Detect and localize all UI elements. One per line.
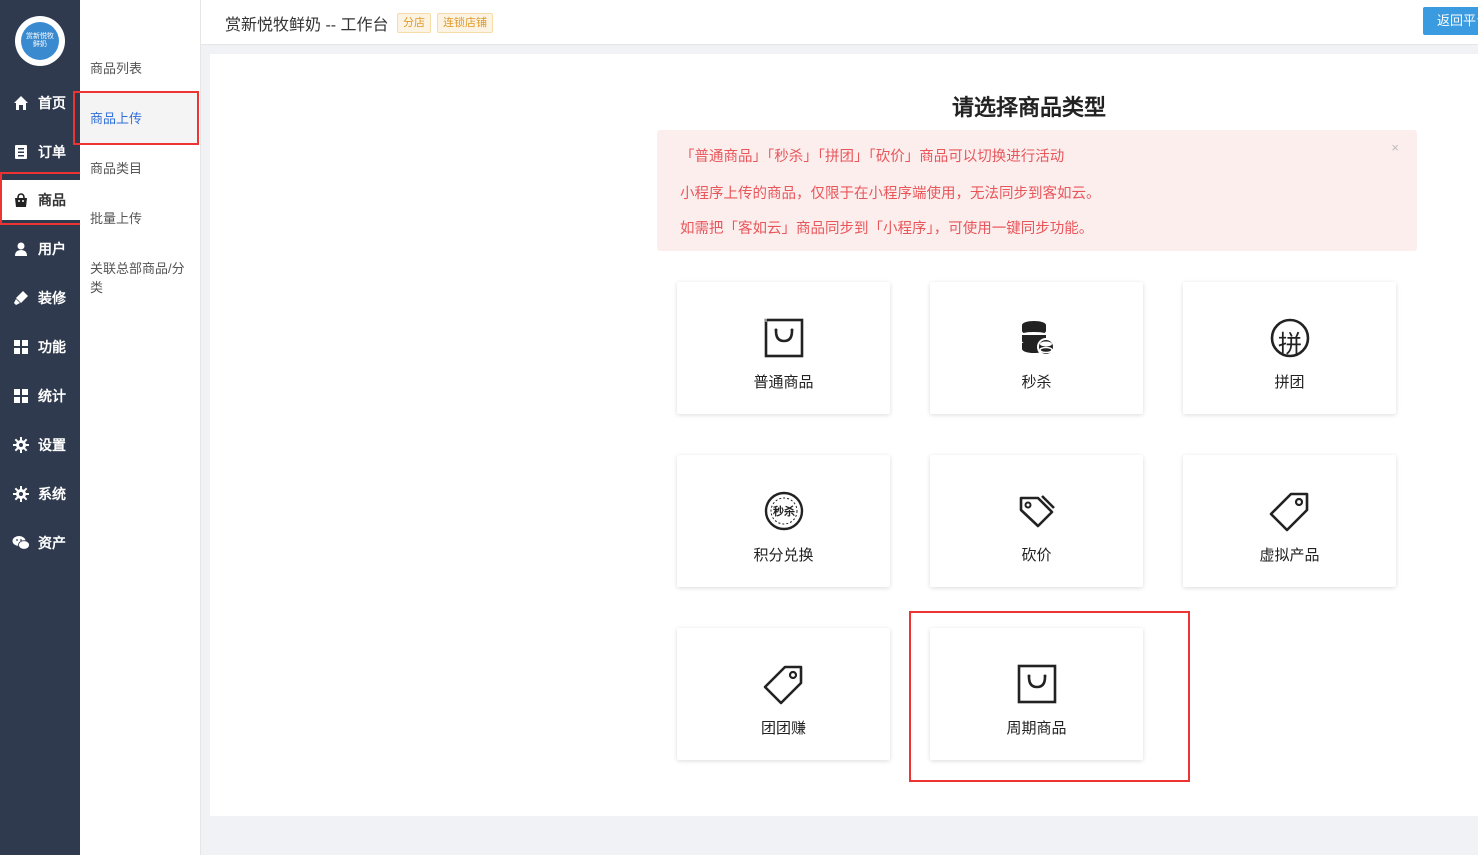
nav-label: 系统 (38, 486, 66, 502)
return-platform-button[interactable]: 返回平台 (1423, 7, 1478, 35)
card-virtual-product[interactable]: 虚拟产品 (1183, 455, 1396, 587)
card-label: 团团赚 (760, 720, 806, 737)
bargain-tag-icon (1016, 490, 1058, 532)
submenu-item-batch-upload[interactable]: 批量上传 (90, 209, 195, 228)
nav-label: 资产 (38, 535, 66, 551)
nav-item-orders[interactable]: 订单 (0, 132, 80, 172)
price-tag-icon (763, 663, 805, 705)
nav-item-statistics[interactable]: 统计 (0, 376, 80, 416)
card-label: 秒杀 (1021, 374, 1052, 391)
nav-item-features[interactable]: 功能 (0, 327, 80, 367)
nav-label: 用户 (38, 241, 66, 257)
card-points-exchange[interactable]: 秒杀 积分兑换 (677, 455, 890, 587)
submenu-item-goods-category[interactable]: 商品类目 (90, 159, 195, 178)
nav-item-users[interactable]: 用户 (0, 229, 80, 269)
main-nav: 赏新悦牧 鲜奶 首页 订单 商品 用户 装修 功能 统计 设置 系统 资产 (0, 0, 80, 855)
card-bargain[interactable]: 砍价 (930, 455, 1143, 587)
nav-label: 统计 (38, 388, 66, 404)
user-icon (12, 240, 30, 258)
top-header: 赏新悦牧鲜奶 -- 工作台 分店 连锁店铺 返回平台 (201, 0, 1478, 45)
nav-item-home[interactable]: 首页 (0, 83, 80, 123)
alert-line-1: 「普通商品」「秒杀」「拼团」「砍价」商品可以切换进行活动 (680, 149, 1065, 165)
grid-icon (12, 338, 30, 356)
card-label: 拼团 (1274, 374, 1305, 391)
alert-line-2: 小程序上传的商品，仅限于在小程序端使用，无法同步到客如云。 (680, 186, 1101, 202)
card-seckill[interactable]: 秒杀 (930, 282, 1143, 414)
logo-mark: 赏新悦牧 鲜奶 (21, 22, 59, 60)
nav-label: 设置 (38, 437, 66, 453)
store-logo[interactable]: 赏新悦牧 鲜奶 (15, 16, 65, 66)
bag-icon (12, 191, 30, 209)
wechat-icon (12, 534, 30, 552)
nav-item-settings[interactable]: 设置 (0, 425, 80, 465)
nav-item-decoration[interactable]: 装修 (0, 278, 80, 318)
submenu-item-link-hq-goods[interactable]: 关联总部商品/分类 (90, 259, 185, 297)
submenu-item-goods-list[interactable]: 商品列表 (90, 59, 195, 78)
notice-alert: 「普通商品」「秒杀」「拼团」「砍价」商品可以切换进行活动 小程序上传的商品，仅限… (657, 130, 1417, 251)
grid-icon (12, 387, 30, 405)
alert-line-3: 如需把「客如云」商品同步到「小程序」，可使用一键同步功能。 (680, 221, 1094, 237)
gear-icon (12, 485, 30, 503)
coin-stack-icon (1016, 317, 1058, 359)
brush-icon (12, 289, 30, 307)
nav-label: 首页 (38, 95, 66, 111)
workspace-title: 赏新悦牧鲜奶 -- 工作台 (225, 17, 389, 34)
nav-label: 商品 (38, 192, 66, 208)
card-label: 周期商品 (1006, 720, 1067, 737)
home-icon (12, 94, 30, 112)
logo-text: 赏新悦牧 鲜奶 (26, 33, 54, 48)
nav-item-assets[interactable]: 资产 (0, 523, 80, 563)
close-icon[interactable]: × (1391, 140, 1399, 155)
nav-label: 订单 (38, 144, 66, 160)
gear-icon (12, 436, 30, 454)
branch-tag: 分店 (397, 13, 431, 33)
card-label: 砍价 (1021, 547, 1052, 564)
nav-label: 装修 (38, 290, 66, 306)
order-icon (12, 143, 30, 161)
nav-item-goods[interactable]: 商品 (0, 180, 80, 220)
page-title: 请选择商品类型 (952, 95, 1107, 120)
card-tuan-tuan-zhuan[interactable]: 团团赚 (677, 628, 890, 760)
card-label: 普通商品 (753, 374, 814, 391)
card-normal-goods[interactable]: 普通商品 (677, 282, 890, 414)
chain-store-tag: 连锁店铺 (437, 13, 493, 33)
card-periodic-goods[interactable]: 周期商品 (930, 628, 1143, 760)
seckill-badge-icon: 秒杀 (763, 490, 805, 532)
shopping-bag-icon (1016, 663, 1058, 705)
pin-circle-icon: 拼 (1269, 317, 1311, 359)
nav-label: 功能 (38, 339, 66, 355)
price-tag-icon (1269, 490, 1311, 532)
submenu-item-goods-upload[interactable]: 商品上传 (90, 109, 195, 128)
shopping-bag-icon (763, 317, 805, 359)
card-label: 积分兑换 (753, 547, 814, 564)
nav-item-system[interactable]: 系统 (0, 474, 80, 514)
seckill-badge-text: 秒杀 (773, 506, 795, 518)
pin-character: 拼 (1278, 331, 1302, 358)
card-group-buy[interactable]: 拼 拼团 (1183, 282, 1396, 414)
card-label: 虚拟产品 (1259, 547, 1320, 564)
